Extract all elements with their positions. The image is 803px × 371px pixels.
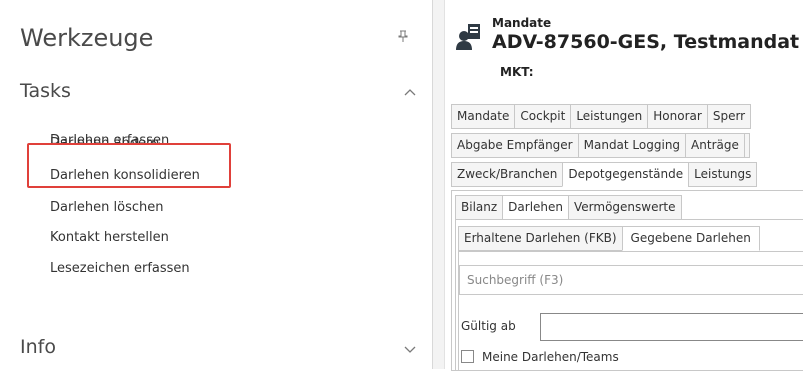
tab-row-1: Mandate Cockpit Leistungen Honorar Sperr xyxy=(451,104,752,129)
subtab-vermoegenswerte[interactable]: Vermögenswerte xyxy=(568,195,682,220)
chevron-down-icon[interactable] xyxy=(404,342,416,358)
info-section-header[interactable]: Info xyxy=(20,336,56,358)
subtab-row: Bilanz Darlehen Vermögenswerte xyxy=(455,195,682,220)
tab-row-2: Abgabe Empfänger Mandat Logging Anträge xyxy=(451,133,750,158)
tab-sperr[interactable]: Sperr xyxy=(706,104,752,129)
tab-overflow[interactable] xyxy=(743,133,750,158)
subtab-bilanz[interactable]: Bilanz xyxy=(455,195,504,220)
header-category: Mandate xyxy=(492,16,552,30)
tab-honorar[interactable]: Honorar xyxy=(647,104,708,129)
tab-cockpit[interactable]: Cockpit xyxy=(514,104,572,129)
tab-mandat-logging[interactable]: Mandat Logging xyxy=(577,133,687,158)
gueltig-ab-label: Gültig ab xyxy=(461,319,516,333)
tab-row-3: Zweck/Branchen Depotgegenstände Leistung… xyxy=(451,162,758,187)
subtab-darlehen[interactable]: Darlehen xyxy=(502,195,570,220)
mandate-icon xyxy=(455,22,483,52)
mandate-mkt: MKT: xyxy=(500,65,534,79)
gueltig-ab-field[interactable] xyxy=(540,313,803,341)
tab-leistungs[interactable]: Leistungs xyxy=(688,162,758,187)
tab-antraege[interactable]: Anträge xyxy=(685,133,745,158)
meine-darlehen-checkbox[interactable] xyxy=(461,350,474,363)
tab-erhaltene-darlehen[interactable]: Erhaltene Darlehen (FKB) xyxy=(458,226,623,251)
loan-tab-row: Erhaltene Darlehen (FKB) Gegebene Darleh… xyxy=(458,226,760,251)
task-darlehen-loeschen[interactable]: Darlehen löschen xyxy=(50,200,164,215)
task-darlehen-konsolidieren[interactable]: Darlehen konsolidieren xyxy=(50,168,200,183)
task-lesezeichen-erfassen[interactable]: Lesezeichen erfassen xyxy=(50,261,190,276)
tools-panel: Werkzeuge Tasks Darlehen erfassen Darleh… xyxy=(0,0,432,369)
search-input[interactable]: Suchbegriff (F3) xyxy=(459,265,803,295)
tab-depotgegenstaende[interactable]: Depotgegenstände xyxy=(562,162,690,187)
mandate-panel: Mandate ADV-87560-GES, Testmandat MKT: M… xyxy=(445,0,803,371)
panel-title: Werkzeuge xyxy=(20,24,154,52)
splitter[interactable] xyxy=(433,0,445,369)
tab-leistungen[interactable]: Leistungen xyxy=(570,104,649,129)
tab-abgabe-empfaenger[interactable]: Abgabe Empfänger xyxy=(451,133,579,158)
task-kontakt-herstellen[interactable]: Kontakt herstellen xyxy=(50,230,169,245)
tasks-section-header[interactable]: Tasks xyxy=(20,80,71,102)
meine-darlehen-label[interactable]: Meine Darlehen/Teams xyxy=(482,350,619,364)
chevron-up-icon[interactable] xyxy=(404,84,416,100)
pin-icon[interactable] xyxy=(398,30,408,46)
tab-gegebene-darlehen[interactable]: Gegebene Darlehen xyxy=(621,226,760,251)
tab-mandate[interactable]: Mandate xyxy=(451,104,516,129)
mandate-title: ADV-87560-GES, Testmandat xyxy=(492,31,800,53)
tab-zweck-branchen[interactable]: Zweck/Branchen xyxy=(451,162,564,187)
